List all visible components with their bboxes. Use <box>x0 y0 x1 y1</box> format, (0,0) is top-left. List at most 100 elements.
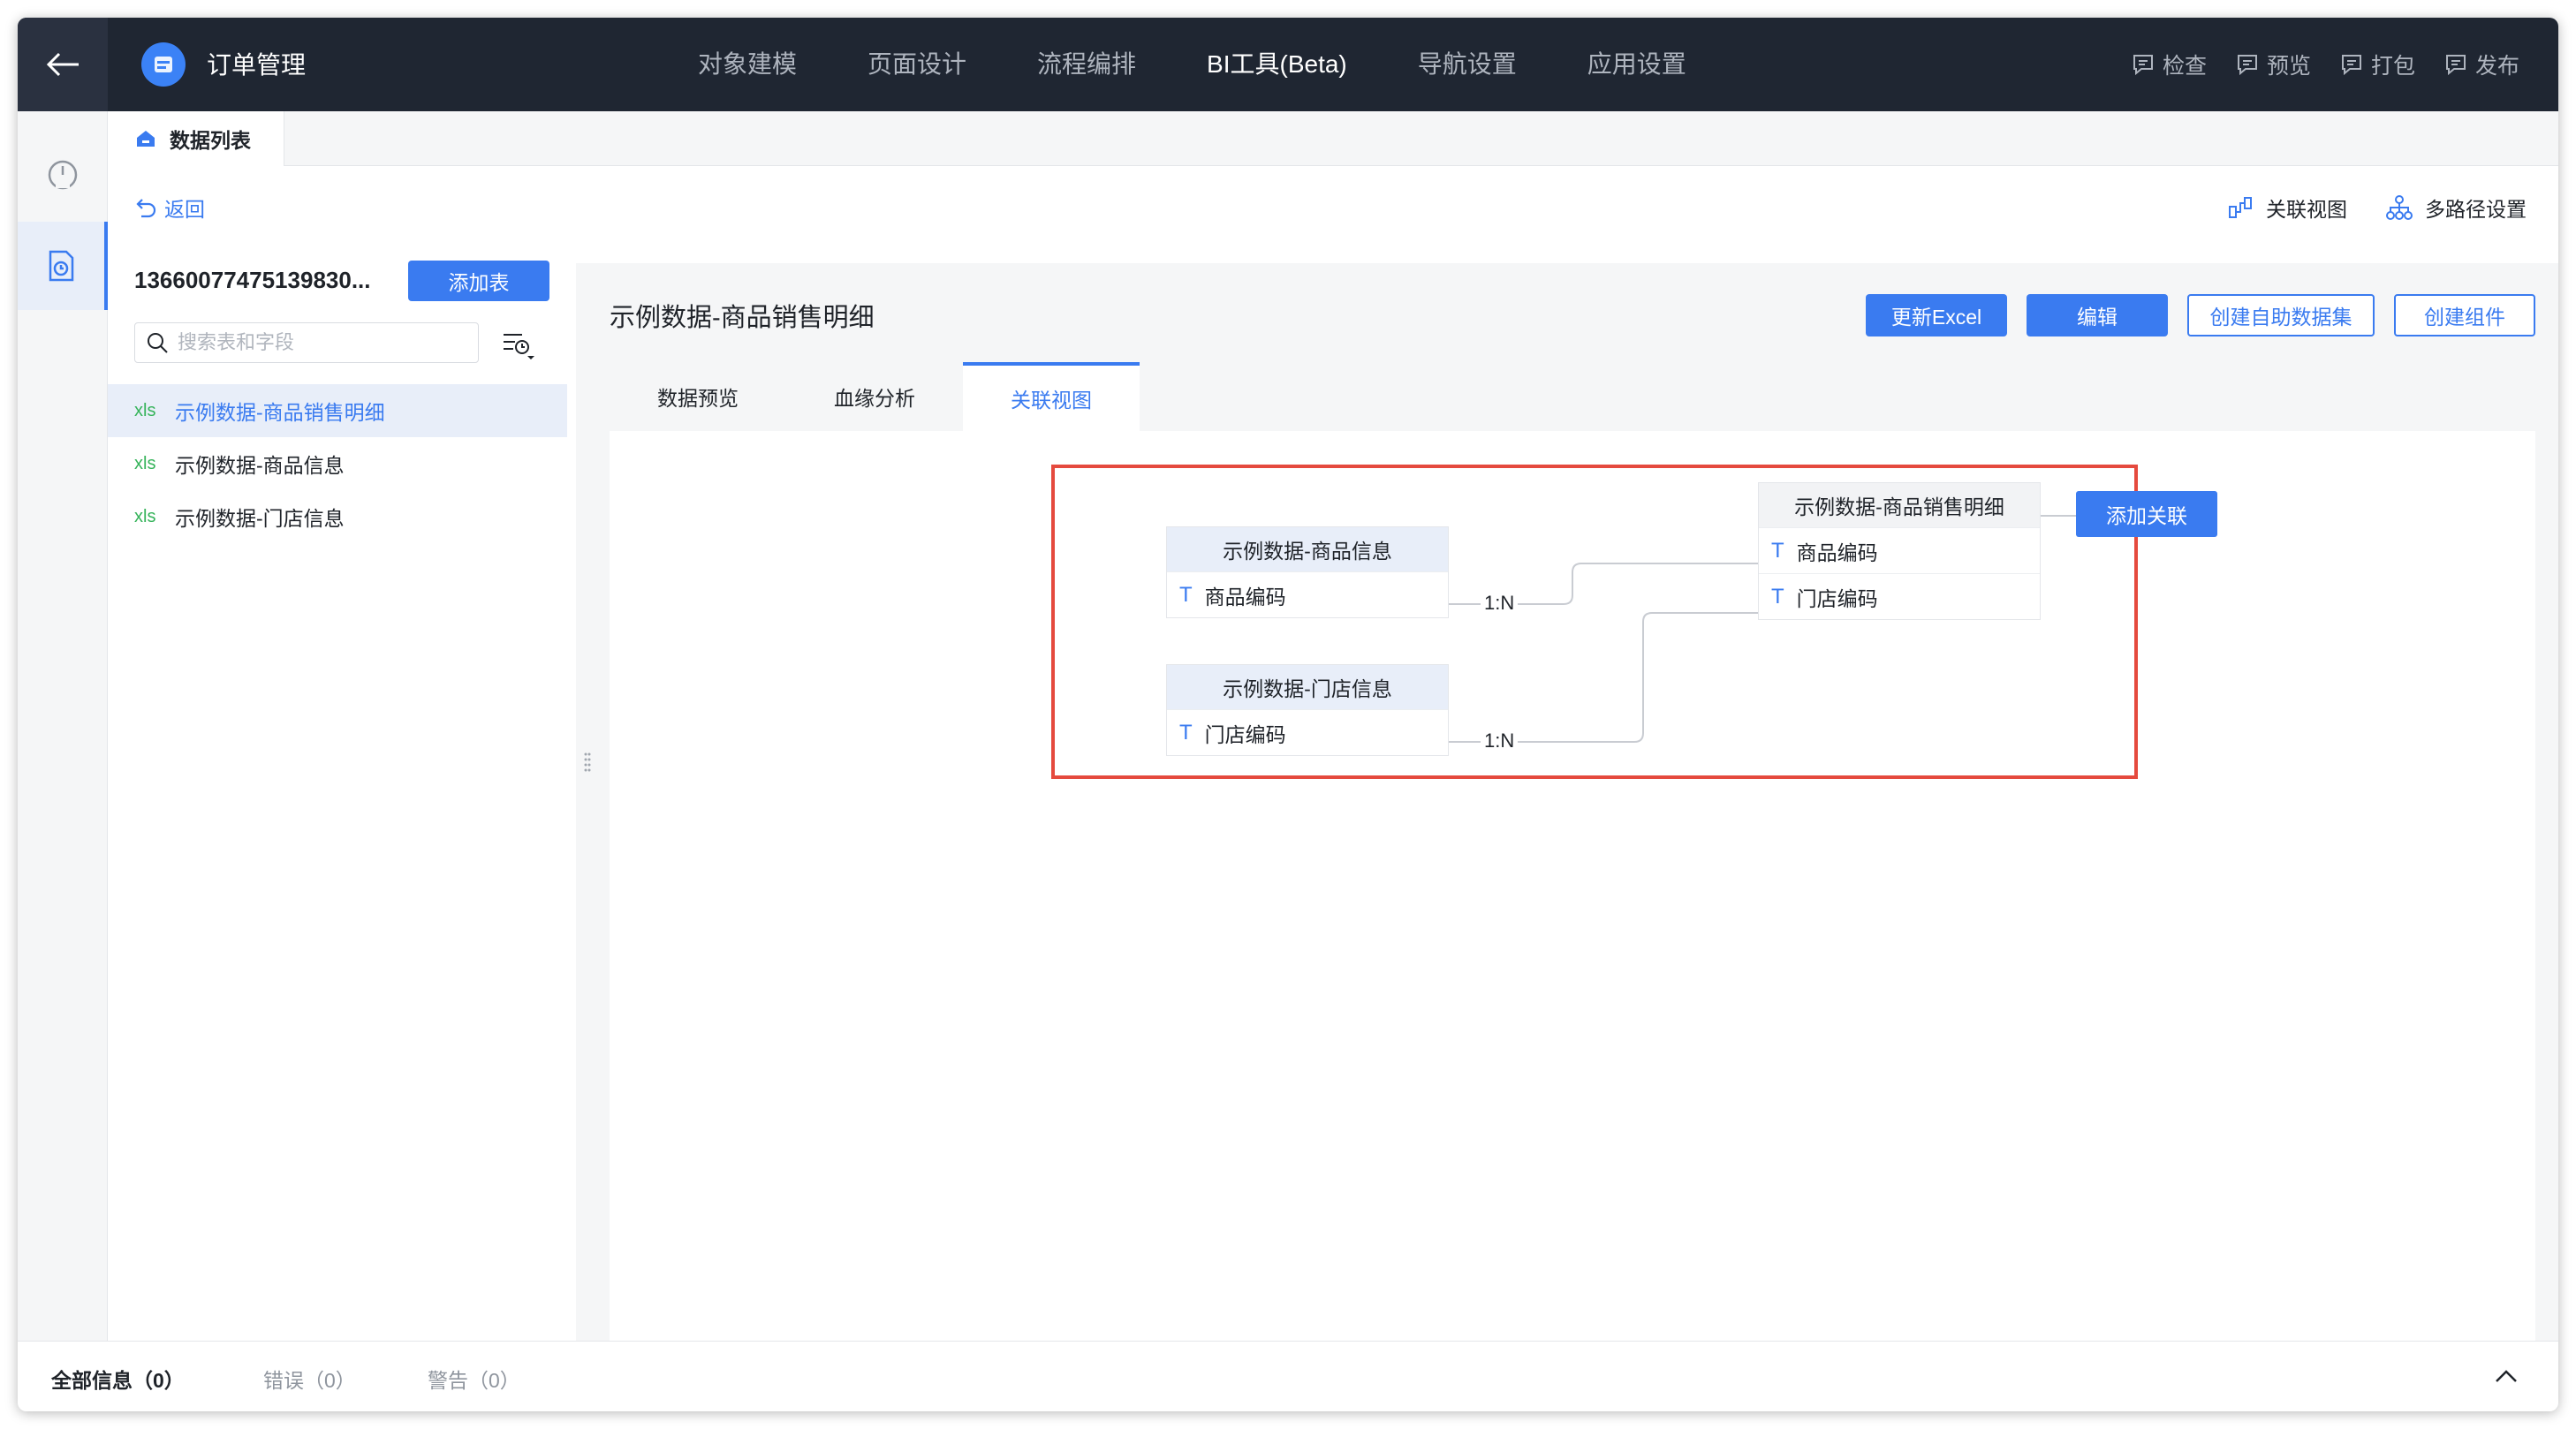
tab-data-preview[interactable]: 数据预览 <box>610 362 786 431</box>
top-bar: 订单管理 对象建模 页面设计 流程编排 BI工具(Beta) 导航设置 应用设置… <box>18 18 2558 111</box>
nav-app-settings[interactable]: 应用设置 <box>1587 47 1686 82</box>
rail-dashboard[interactable] <box>18 129 108 217</box>
check-label: 检查 <box>2162 54 2207 79</box>
data-file-icon <box>49 250 74 282</box>
package-icon <box>2341 55 2361 76</box>
arrow-left-icon <box>46 52 79 77</box>
home-icon <box>137 131 155 147</box>
nav-flow-orchestration[interactable]: 流程编排 <box>1037 47 1136 82</box>
filter-button[interactable] <box>496 328 541 363</box>
edit-button[interactable]: 编辑 <box>2027 294 2168 336</box>
top-actions: 检查 预览 打包 发布 <box>2102 18 2519 111</box>
gauge-icon <box>48 160 78 190</box>
action-buttons: 更新Excel 编辑 创建自助数据集 创建组件 <box>1846 294 2535 336</box>
nav-bi-tool[interactable]: BI工具(Beta) <box>1207 47 1347 82</box>
check-icon <box>2133 55 2153 76</box>
tab-all-messages[interactable]: 全部信息（0） <box>51 1364 185 1394</box>
tab-lineage-analysis[interactable]: 血缘分析 <box>786 362 963 431</box>
chevron-up-icon <box>2496 1370 2517 1382</box>
undo-arrow-icon <box>136 199 156 218</box>
multi-path-settings-label: 多路径设置 <box>2425 198 2527 221</box>
table-list: xls 示例数据-商品销售明细 xls 示例数据-商品信息 xls 示例数据-门… <box>108 384 567 543</box>
package-label: 打包 <box>2370 54 2415 79</box>
main-nav: 对象建模 页面设计 流程编排 BI工具(Beta) 导航设置 应用设置 <box>698 18 1757 111</box>
text-type-icon: T <box>1179 720 1193 745</box>
entity-title: 示例数据-门店信息 <box>1167 665 1448 709</box>
text-type-icon: T <box>1771 584 1784 609</box>
table-item-label: 示例数据-商品信息 <box>175 454 345 477</box>
entity-title: 示例数据-商品销售明细 <box>1759 483 2040 527</box>
expand-panel-button[interactable] <box>2493 1363 2519 1389</box>
preview-label: 预览 <box>2266 54 2311 79</box>
app-name: 订单管理 <box>207 51 307 79</box>
app-window: 订单管理 对象建模 页面设计 流程编排 BI工具(Beta) 导航设置 应用设置… <box>18 18 2558 1411</box>
back-link[interactable]: 返回 <box>134 193 205 223</box>
entity-sales-detail[interactable]: 示例数据-商品销售明细 T 商品编码 T 门店编码 <box>1758 482 2041 620</box>
back-link-label: 返回 <box>164 198 205 221</box>
entity-field[interactable]: T 商品编码 <box>1167 571 1448 617</box>
hierarchy-icon <box>2386 195 2413 220</box>
table-item-product-info[interactable]: xls 示例数据-商品信息 <box>108 437 567 490</box>
field-label: 商品编码 <box>1204 585 1286 609</box>
preview-button[interactable]: 预览 <box>2235 49 2311 80</box>
tab-data-list[interactable]: 数据列表 <box>108 111 284 166</box>
relation-view-link[interactable]: 关联视图 <box>2227 193 2347 223</box>
create-dataset-button[interactable]: 创建自助数据集 <box>2187 294 2375 336</box>
table-item-store-info[interactable]: xls 示例数据-门店信息 <box>108 490 567 543</box>
text-type-icon: T <box>1771 538 1784 563</box>
field-label: 门店编码 <box>1796 586 1878 610</box>
project-name: 13660077475139830... <box>134 267 371 293</box>
app-logo <box>141 42 186 87</box>
drag-handle-icon <box>584 752 591 772</box>
text-type-icon: T <box>1179 582 1193 607</box>
relation-canvas: 示例数据-商品信息 T 商品编码 示例数据-门店信息 T 门店编码 示例数据-商… <box>610 431 2535 1341</box>
left-icon-rail <box>18 111 108 1341</box>
check-button[interactable]: 检查 <box>2131 49 2207 80</box>
relation-cardinality-label[interactable]: 1:N <box>1481 592 1519 615</box>
field-label: 商品编码 <box>1796 541 1878 564</box>
relation-cardinality-label[interactable]: 1:N <box>1481 730 1519 752</box>
entity-product-info[interactable]: 示例数据-商品信息 T 商品编码 <box>1166 526 1449 618</box>
xls-file-icon: xls <box>134 453 156 473</box>
preview-icon <box>2237 55 2257 76</box>
publish-icon <box>2445 55 2466 76</box>
nav-page-design[interactable]: 页面设计 <box>868 47 966 82</box>
add-relation-button[interactable]: 添加关联 <box>2076 491 2217 537</box>
table-item-sales-detail[interactable]: xls 示例数据-商品销售明细 <box>108 384 567 437</box>
panel-resize-handle[interactable] <box>583 751 592 777</box>
table-panel: 13660077475139830... 添加表 xls 示例数据-商品销售明细… <box>108 243 576 1341</box>
search-input[interactable] <box>178 331 460 354</box>
search-box <box>134 322 479 363</box>
nav-navigation-settings[interactable]: 导航设置 <box>1418 47 1517 82</box>
filter-list-icon <box>504 334 534 359</box>
multi-path-settings-link[interactable]: 多路径设置 <box>2386 193 2527 223</box>
xls-file-icon: xls <box>134 400 156 420</box>
rail-data[interactable] <box>18 222 108 310</box>
message-bar: 全部信息（0） 错误（0） 警告（0） <box>18 1341 2558 1411</box>
entity-field[interactable]: T 商品编码 <box>1759 527 2040 573</box>
update-excel-button[interactable]: 更新Excel <box>1866 294 2007 336</box>
view-links: 关联视图 多路径设置 <box>2188 193 2527 223</box>
publish-button[interactable]: 发布 <box>2443 49 2519 80</box>
relation-view-icon <box>2229 197 2252 218</box>
package-button[interactable]: 打包 <box>2339 49 2415 80</box>
relation-view-label: 关联视图 <box>2266 198 2347 221</box>
entity-field[interactable]: T 门店编码 <box>1759 573 2040 619</box>
page-tab-strip: 数据列表 <box>108 111 2558 166</box>
xls-file-icon: xls <box>134 506 156 526</box>
back-arrow-button[interactable] <box>18 18 108 111</box>
entity-store-info[interactable]: 示例数据-门店信息 T 门店编码 <box>1166 664 1449 756</box>
entity-field[interactable]: T 门店编码 <box>1167 709 1448 755</box>
table-item-label: 示例数据-商品销售明细 <box>175 401 385 424</box>
app-logo-icon <box>155 57 172 72</box>
tab-relation-view[interactable]: 关联视图 <box>963 362 1140 431</box>
main-content: 示例数据-商品销售明细 更新Excel 编辑 创建自助数据集 创建组件 数据预览… <box>601 263 2535 1341</box>
add-table-button[interactable]: 添加表 <box>408 261 549 301</box>
create-component-button[interactable]: 创建组件 <box>2394 294 2535 336</box>
search-icon <box>148 333 168 353</box>
nav-object-modeling[interactable]: 对象建模 <box>698 47 797 82</box>
entity-title: 示例数据-商品信息 <box>1167 527 1448 571</box>
table-item-label: 示例数据-门店信息 <box>175 507 345 530</box>
tab-errors[interactable]: 错误（0） <box>263 1364 356 1394</box>
tab-warnings[interactable]: 警告（0） <box>428 1364 520 1394</box>
